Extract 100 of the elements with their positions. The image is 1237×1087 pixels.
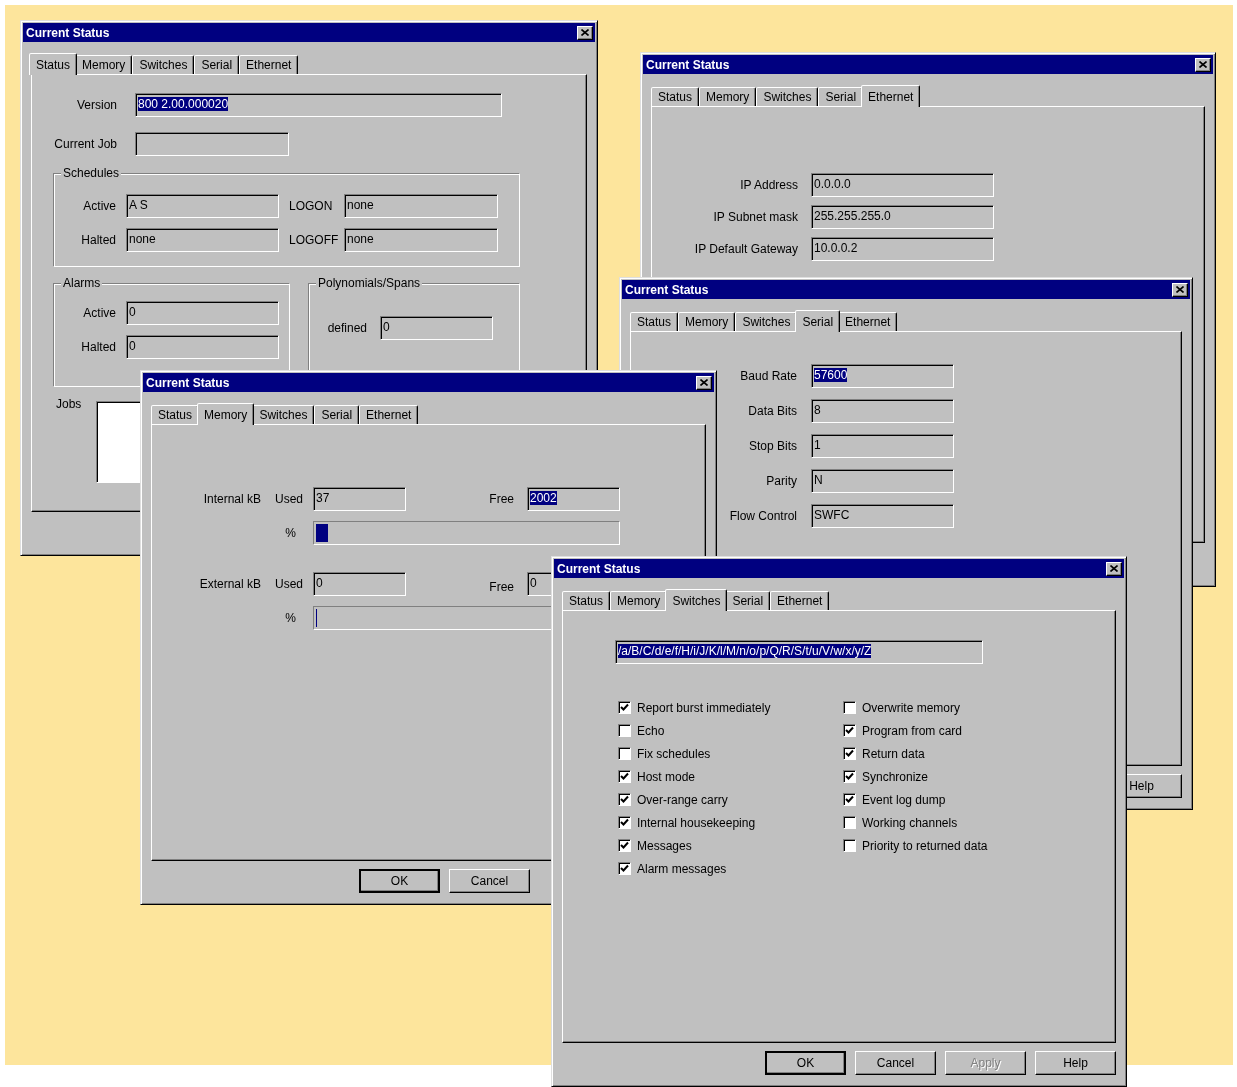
close-button[interactable] <box>1195 57 1211 72</box>
tab[interactable]: Status <box>562 591 611 610</box>
tab[interactable]: Serial <box>725 591 771 610</box>
tab[interactable]: Memory <box>699 87 757 106</box>
text-field[interactable]: 0.0.0.0 <box>811 173 994 197</box>
tab[interactable]: Ethernet <box>770 591 830 610</box>
tab[interactable]: Serial <box>818 87 864 106</box>
tab[interactable]: Ethernet <box>359 405 419 424</box>
window-title: Current Status <box>625 282 709 297</box>
check-icon <box>620 795 629 804</box>
close-icon <box>1110 565 1118 572</box>
close-icon <box>1176 286 1184 293</box>
close-button[interactable] <box>577 25 593 40</box>
checkbox[interactable] <box>843 770 856 783</box>
text-field[interactable]: 800 2.00.000020 <box>135 93 502 117</box>
text-field[interactable]: 0 <box>126 301 279 325</box>
checkbox[interactable] <box>618 770 631 783</box>
tab[interactable]: Memory <box>610 591 668 610</box>
field-label: Version <box>76 98 117 112</box>
dialog-button[interactable]: Cancel <box>855 1051 936 1075</box>
tab[interactable]: Memory <box>678 312 736 331</box>
field-label: Data Bits <box>748 404 797 418</box>
option-label: Event log dump <box>862 792 946 807</box>
close-icon <box>581 29 589 36</box>
check-icon <box>620 818 629 827</box>
tab[interactable]: Ethernet <box>861 85 921 107</box>
tab[interactable]: Status <box>630 312 679 331</box>
text-field[interactable]: none <box>344 194 498 218</box>
checkbox[interactable] <box>843 701 856 714</box>
tab[interactable]: Switches <box>735 312 798 331</box>
text-field[interactable]: 37 <box>313 487 406 511</box>
tab[interactable]: Switches <box>756 87 819 106</box>
dialog-button[interactable]: OK <box>359 869 440 893</box>
tab[interactable]: Serial <box>314 405 360 424</box>
option-label: Host mode <box>637 769 696 784</box>
tab[interactable]: Switches <box>665 589 728 611</box>
text-field[interactable]: 1 <box>811 434 954 458</box>
text-field[interactable]: 255.255.255.0 <box>811 205 994 229</box>
close-button[interactable] <box>1106 561 1122 576</box>
text-field[interactable]: 0 <box>380 316 493 340</box>
close-button[interactable] <box>1172 282 1188 297</box>
checkbox[interactable] <box>618 816 631 829</box>
tab[interactable]: Status <box>151 405 200 424</box>
option-label: Overwrite memory <box>862 700 960 715</box>
text-field[interactable]: SWFC <box>811 504 954 528</box>
dialog-button[interactable]: Cancel <box>449 869 530 893</box>
option-label: Program from card <box>862 723 963 738</box>
check-icon <box>620 841 629 850</box>
text-field[interactable]: 0 <box>126 335 279 359</box>
text-field[interactable]: none <box>126 228 279 252</box>
text-field[interactable]: 2002 <box>527 487 620 511</box>
tab[interactable]: Serial <box>795 310 841 332</box>
checkbox[interactable] <box>618 701 631 714</box>
tab[interactable]: Switches <box>252 405 315 424</box>
text-field[interactable] <box>135 132 289 156</box>
tab[interactable]: Status <box>29 53 78 75</box>
checkbox[interactable] <box>843 816 856 829</box>
dialog-button[interactable]: Help <box>1035 1051 1116 1075</box>
text-field[interactable]: 0 <box>313 572 406 596</box>
checkbox[interactable] <box>843 793 856 806</box>
field-label: IP Default Gateway <box>694 242 798 256</box>
field-label: Halted <box>81 340 116 354</box>
tab[interactable]: Status <box>651 87 700 106</box>
text-field[interactable]: none <box>344 228 498 252</box>
text-field[interactable]: 57600 <box>811 364 954 388</box>
option-label: Return data <box>862 746 925 761</box>
field-label: Halted <box>81 233 116 247</box>
option-label: Synchronize <box>862 769 929 784</box>
field-label: Parity <box>766 474 797 488</box>
text-field[interactable]: A S <box>126 194 279 218</box>
tab[interactable]: Ethernet <box>838 312 898 331</box>
window-title: Current Status <box>557 561 641 576</box>
checkbox[interactable] <box>618 839 631 852</box>
field-label: Used <box>275 492 303 506</box>
checkbox[interactable] <box>843 747 856 760</box>
checkbox[interactable] <box>618 793 631 806</box>
checkbox[interactable] <box>843 724 856 737</box>
check-icon <box>620 772 629 781</box>
checkbox[interactable] <box>618 862 631 875</box>
check-icon <box>620 864 629 873</box>
field-label: Active <box>83 199 116 213</box>
text-field[interactable]: 10.0.0.2 <box>811 237 994 261</box>
option-label: Report burst immediately <box>637 700 771 715</box>
option-label: Messages <box>637 838 692 853</box>
tab[interactable]: Ethernet <box>239 55 299 74</box>
text-field[interactable]: /a/B/C/d/e/f/H/i/J/K/l/M/n/o/p/Q/R/S/t/u/V/w/x/y/Z <box>615 640 983 664</box>
option-label: Echo <box>637 723 665 738</box>
field-label: defined <box>327 321 367 335</box>
checkbox[interactable] <box>618 724 631 737</box>
checkbox[interactable] <box>843 839 856 852</box>
tab[interactable]: Serial <box>194 55 240 74</box>
tab[interactable]: Memory <box>197 403 255 425</box>
option-label: Over-range carry <box>637 792 728 807</box>
tab[interactable]: Switches <box>132 55 195 74</box>
text-field[interactable]: N <box>811 469 954 493</box>
checkbox[interactable] <box>618 747 631 760</box>
close-button[interactable] <box>696 375 712 390</box>
text-field[interactable]: 8 <box>811 399 954 423</box>
dialog-button[interactable]: OK <box>765 1051 846 1075</box>
tab[interactable]: Memory <box>75 55 133 74</box>
